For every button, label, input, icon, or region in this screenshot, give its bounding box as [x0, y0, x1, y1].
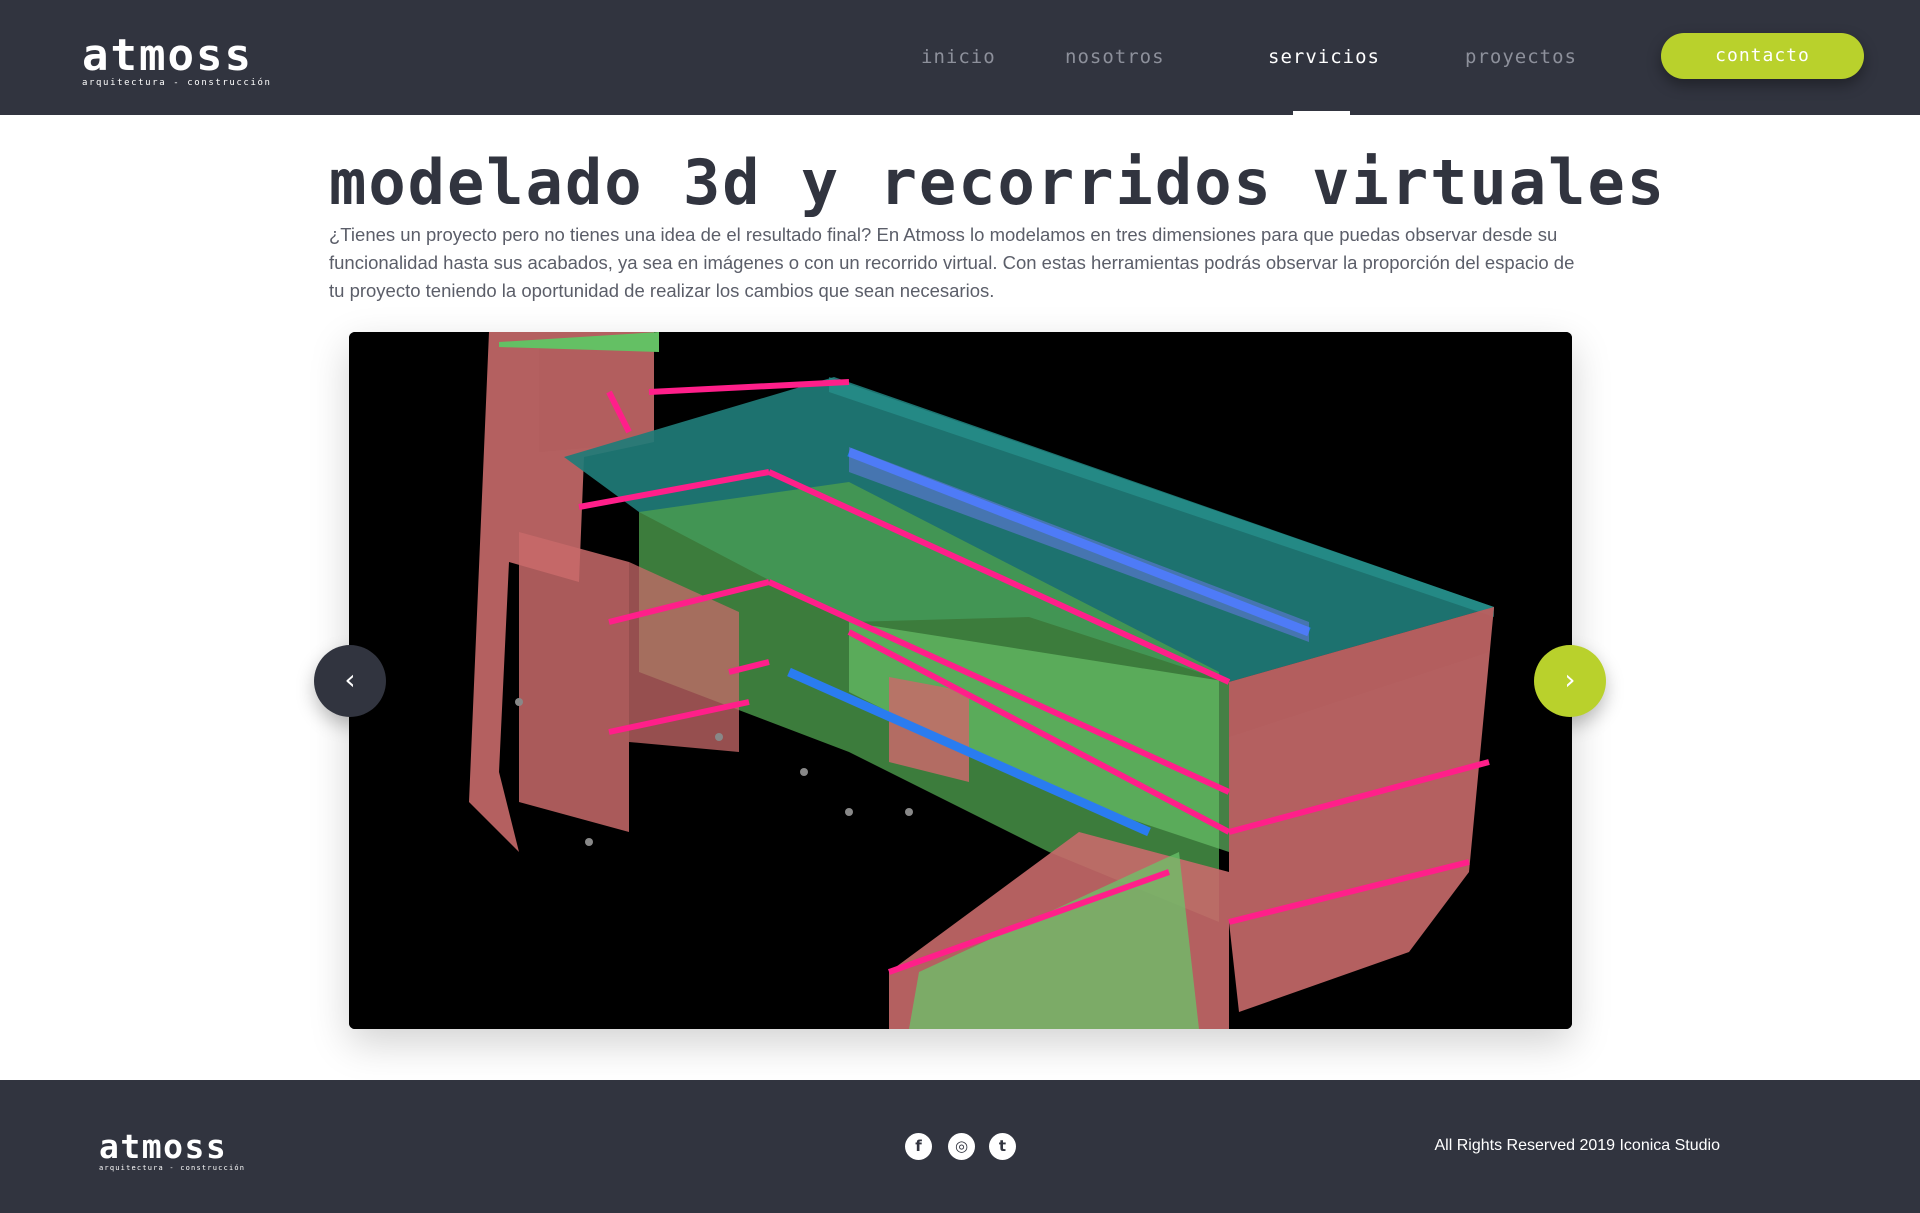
site-header: atmoss arquitectura - construcción inici…	[0, 0, 1920, 115]
twitter-icon[interactable]: t	[989, 1133, 1016, 1160]
chevron-right-icon: ›	[1564, 663, 1576, 696]
nav-link-servicios[interactable]: servicios	[1268, 46, 1380, 68]
facebook-icon[interactable]: f	[905, 1133, 932, 1160]
chevron-left-icon: ‹	[344, 663, 356, 696]
active-nav-indicator	[1293, 111, 1350, 115]
page-description: ¿Tienes un proyecto pero no tienes una i…	[329, 224, 1575, 301]
image-slider[interactable]	[349, 332, 1572, 1029]
footer-logo-tagline: arquitectura - construcción	[99, 1164, 246, 1172]
copyright-text: All Rights Reserved 2019 Iconica Studio	[1434, 1137, 1721, 1154]
nav-link-nosotros[interactable]: nosotros	[1065, 46, 1165, 68]
footer-logo-wordmark: atmoss	[99, 1127, 228, 1166]
footer-logo[interactable]: atmoss arquitectura - construcción	[99, 1127, 269, 1173]
nav-link-inicio[interactable]: inicio	[921, 46, 996, 68]
logo-wordmark: atmoss	[82, 30, 253, 81]
page-title: modelado 3d y recorridos virtuales	[329, 146, 1667, 219]
contact-button[interactable]: contacto	[1661, 33, 1864, 79]
3d-structural-model-image	[349, 332, 1572, 1029]
logo-tagline: arquitectura - construcción	[82, 78, 272, 88]
slider-next-button[interactable]: ›	[1534, 645, 1606, 717]
instagram-icon[interactable]: ◎	[948, 1133, 975, 1160]
slider-prev-button-outer[interactable]: ‹	[314, 645, 386, 717]
atmoss-logo[interactable]: atmoss arquitectura - construcción	[82, 30, 310, 89]
nav-link-proyectos[interactable]: proyectos	[1465, 46, 1577, 68]
